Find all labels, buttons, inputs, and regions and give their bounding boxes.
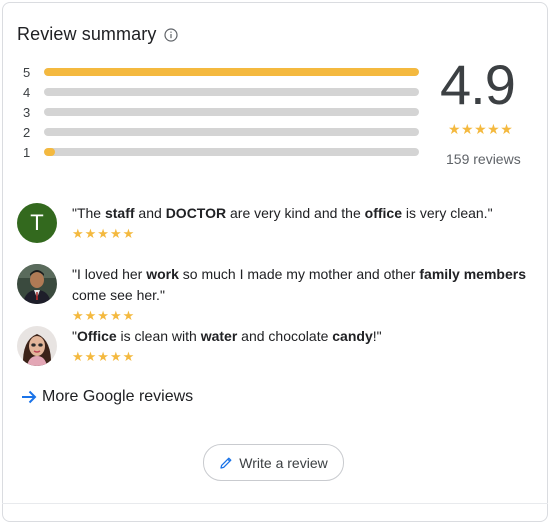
review-text-segment: is clean with xyxy=(116,328,201,344)
review-text-segment: is very clean." xyxy=(401,205,493,221)
review-snippet[interactable]: T "The staff and DOCTOR are very kind an… xyxy=(17,203,532,243)
review-keyword: staff xyxy=(104,205,135,221)
review-summary-title: Review summary xyxy=(17,24,157,44)
review-text-segment: "The xyxy=(72,205,105,221)
avatar: T xyxy=(17,203,57,243)
rating-bar-fill xyxy=(44,148,56,156)
review-snippet[interactable]: "Office is clean with water and chocolat… xyxy=(17,326,532,366)
review-text-segment: are very kind and the xyxy=(226,205,365,221)
review-count[interactable]: 159 reviews xyxy=(446,151,521,167)
review-snippet[interactable]: "I loved her work so much I made my moth… xyxy=(17,264,532,324)
review-keyword: DOCTOR xyxy=(165,205,227,221)
review-body: "The staff and DOCTOR are very kind and … xyxy=(72,203,532,243)
rating-distribution: 5 4 3 2 1 xyxy=(23,62,423,162)
review-body: "I loved her work so much I made my moth… xyxy=(72,264,532,324)
avatar xyxy=(17,264,57,304)
arrow-right-icon xyxy=(22,390,37,404)
review-text-segment: and chocolate xyxy=(237,328,333,344)
rating-bar-track xyxy=(44,108,419,116)
review-text-segment: !" xyxy=(372,328,382,344)
avatar xyxy=(17,326,57,366)
rating-bar-track xyxy=(44,128,419,136)
pencil-icon xyxy=(220,457,232,469)
rating-bar-fill xyxy=(44,68,419,76)
rating-bar-row: 4 xyxy=(23,82,423,102)
rating-bar-row: 1 xyxy=(23,142,423,162)
review-text: "I loved her work so much I made my moth… xyxy=(72,264,532,306)
rating-bar-label: 1 xyxy=(23,144,31,160)
review-stars: ★★★★★ xyxy=(72,349,136,364)
avatar-photo-woman xyxy=(17,326,57,366)
write-review-label: Write a review xyxy=(239,454,328,471)
review-stars: ★★★★★ xyxy=(72,308,136,323)
average-rating-stars: ★★★★★ xyxy=(448,121,514,137)
rating-bar-row: 3 xyxy=(23,102,423,122)
review-keyword: Office xyxy=(76,328,117,344)
more-google-reviews-link[interactable]: More Google reviews xyxy=(20,388,193,406)
review-text-segment: "I loved her xyxy=(72,266,147,282)
rating-bar-row: 5 xyxy=(23,62,423,82)
review-keyword: work xyxy=(146,266,179,282)
rating-bar-label: 3 xyxy=(23,104,31,120)
avatar-photo-man xyxy=(17,264,57,304)
review-text-segment: come see her." xyxy=(72,287,165,303)
rating-bar-row: 2 xyxy=(23,122,423,142)
review-text-segment: and xyxy=(134,205,166,221)
review-keyword: office xyxy=(364,205,402,221)
review-keyword: water xyxy=(200,328,238,344)
review-text: "The staff and DOCTOR are very kind and … xyxy=(72,203,532,224)
review-summary-header: Review summary xyxy=(17,24,179,45)
review-text: "Office is clean with water and chocolat… xyxy=(72,326,532,347)
rating-bar-label: 2 xyxy=(23,124,31,140)
more-google-reviews-label: More Google reviews xyxy=(42,388,194,405)
rating-bar-track xyxy=(44,68,419,76)
divider xyxy=(2,503,548,504)
write-review-button[interactable]: Write a review xyxy=(203,444,344,481)
info-icon[interactable] xyxy=(164,27,179,42)
review-keyword: family members xyxy=(419,266,526,282)
review-body: "Office is clean with water and chocolat… xyxy=(72,326,532,366)
review-text-segment: so much I made my mother and other xyxy=(178,266,420,282)
average-rating-score: 4.9 xyxy=(440,53,516,116)
rating-bar-label: 4 xyxy=(23,84,31,100)
rating-bar-track xyxy=(44,148,419,156)
rating-bar-label: 5 xyxy=(23,64,31,80)
review-stars: ★★★★★ xyxy=(72,226,136,241)
rating-bar-track xyxy=(44,88,419,96)
review-keyword: candy xyxy=(332,328,373,344)
